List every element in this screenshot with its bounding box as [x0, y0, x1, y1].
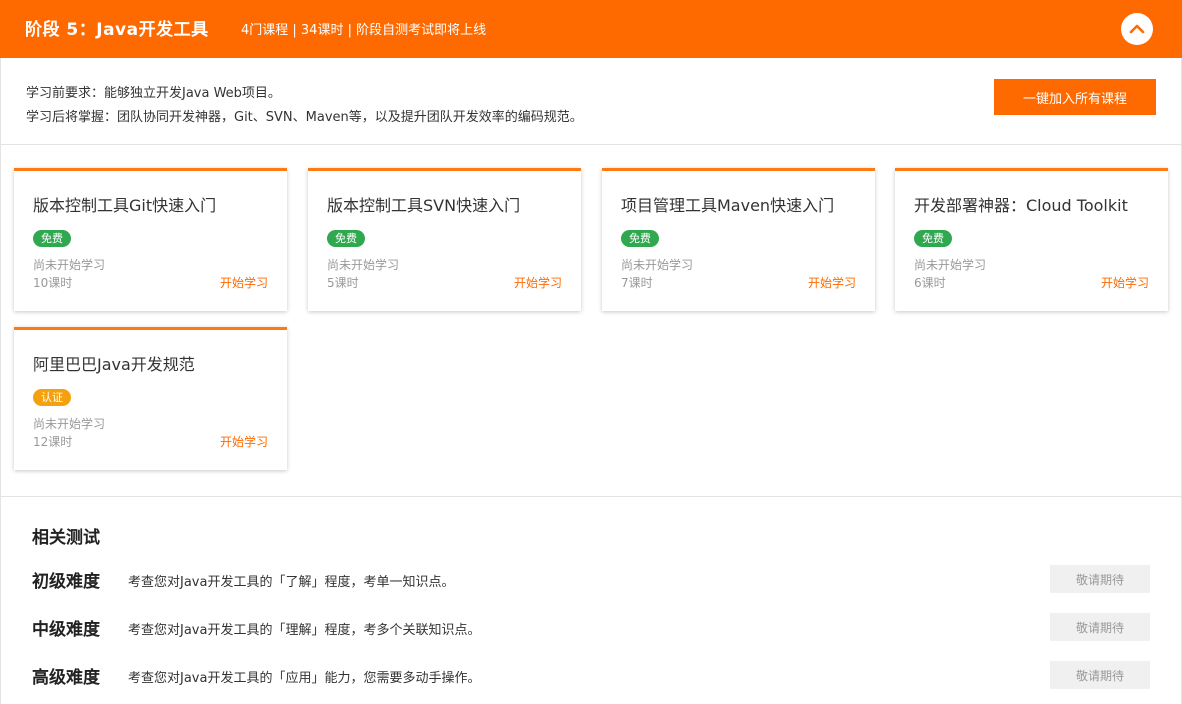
- course-card[interactable]: 项目管理工具Maven快速入门 免费 尚未开始学习 7课时 开始学习: [602, 168, 875, 311]
- coming-soon-button: 敬请期待: [1050, 661, 1150, 689]
- coming-soon-button: 敬请期待: [1050, 565, 1150, 593]
- course-status: 尚未开始学习: [327, 258, 400, 272]
- course-status: 尚未开始学习: [621, 258, 694, 272]
- prerequisite-text: 学习前要求：能够独立开发Java Web项目。: [26, 86, 281, 101]
- test-description: 考查您对Java开发工具的「理解」程度，考多个关联知识点。: [128, 623, 481, 638]
- course-title: 开发部署神器：Cloud Toolkit: [914, 196, 1128, 215]
- start-learning-link[interactable]: 开始学习: [514, 274, 562, 291]
- outcome-text: 学习后将掌握：团队协同开发神器，Git、SVN、Maven等，以及提升团队开发效…: [26, 110, 583, 125]
- course-title: 版本控制工具Git快速入门: [33, 196, 217, 215]
- test-description: 考查您对Java开发工具的「了解」程度，考单一知识点。: [128, 575, 455, 590]
- chevron-up-icon: [1129, 24, 1145, 34]
- free-badge: 免费: [621, 230, 659, 247]
- course-status: 尚未开始学习: [33, 258, 106, 272]
- collapse-button[interactable]: [1121, 13, 1153, 45]
- course-hours: 7课时: [621, 276, 653, 290]
- course-hours: 6课时: [914, 276, 946, 290]
- start-learning-link[interactable]: 开始学习: [220, 274, 268, 291]
- stage-header: 阶段 5：Java开发工具 4门课程 | 34课时 | 阶段自测考试即将上线: [0, 0, 1182, 58]
- join-all-courses-button[interactable]: 一键加入所有课程: [994, 79, 1156, 115]
- stage-title: 阶段 5：Java开发工具: [25, 20, 209, 40]
- start-learning-link[interactable]: 开始学习: [220, 433, 268, 450]
- test-level: 初级难度: [32, 572, 100, 592]
- free-badge: 免费: [914, 230, 952, 247]
- course-card[interactable]: 开发部署神器：Cloud Toolkit 免费 尚未开始学习 6课时 开始学习: [895, 168, 1168, 311]
- course-list: 版本控制工具Git快速入门 免费 尚未开始学习 10课时 开始学习 版本控制工具…: [0, 145, 1182, 497]
- test-row-advanced: 高级难度 考查您对Java开发工具的「应用」能力，您需要多动手操作。 敬请期待: [1, 661, 1182, 691]
- course-card[interactable]: 阿里巴巴Java开发规范 认证 尚未开始学习 12课时 开始学习: [14, 327, 287, 470]
- start-learning-link[interactable]: 开始学习: [1101, 274, 1149, 291]
- test-level: 中级难度: [32, 620, 100, 640]
- course-title: 阿里巴巴Java开发规范: [33, 355, 195, 374]
- course-title: 项目管理工具Maven快速入门: [621, 196, 835, 215]
- free-badge: 免费: [33, 230, 71, 247]
- course-status: 尚未开始学习: [914, 258, 987, 272]
- course-hours: 5课时: [327, 276, 359, 290]
- stage-intro: 学习前要求：能够独立开发Java Web项目。 学习后将掌握：团队协同开发神器，…: [0, 58, 1182, 145]
- test-row-beginner: 初级难度 考查您对Java开发工具的「了解」程度，考单一知识点。 敬请期待: [1, 565, 1182, 595]
- start-learning-link[interactable]: 开始学习: [808, 274, 856, 291]
- coming-soon-button: 敬请期待: [1050, 613, 1150, 641]
- course-card[interactable]: 版本控制工具SVN快速入门 免费 尚未开始学习 5课时 开始学习: [308, 168, 581, 311]
- test-row-intermediate: 中级难度 考查您对Java开发工具的「理解」程度，考多个关联知识点。 敬请期待: [1, 613, 1182, 643]
- course-title: 版本控制工具SVN快速入门: [327, 196, 521, 215]
- course-status: 尚未开始学习: [33, 417, 106, 431]
- test-level: 高级难度: [32, 668, 100, 688]
- certified-badge: 认证: [33, 389, 71, 406]
- course-card[interactable]: 版本控制工具Git快速入门 免费 尚未开始学习 10课时 开始学习: [14, 168, 287, 311]
- stage-meta: 4门课程 | 34课时 | 阶段自测考试即将上线: [241, 23, 487, 38]
- test-description: 考查您对Java开发工具的「应用」能力，您需要多动手操作。: [128, 671, 481, 686]
- course-hours: 12课时: [33, 435, 73, 449]
- related-tests: 相关测试 初级难度 考查您对Java开发工具的「了解」程度，考单一知识点。 敬请…: [0, 497, 1182, 704]
- tests-heading: 相关测试: [32, 528, 100, 548]
- course-hours: 10课时: [33, 276, 73, 290]
- free-badge: 免费: [327, 230, 365, 247]
